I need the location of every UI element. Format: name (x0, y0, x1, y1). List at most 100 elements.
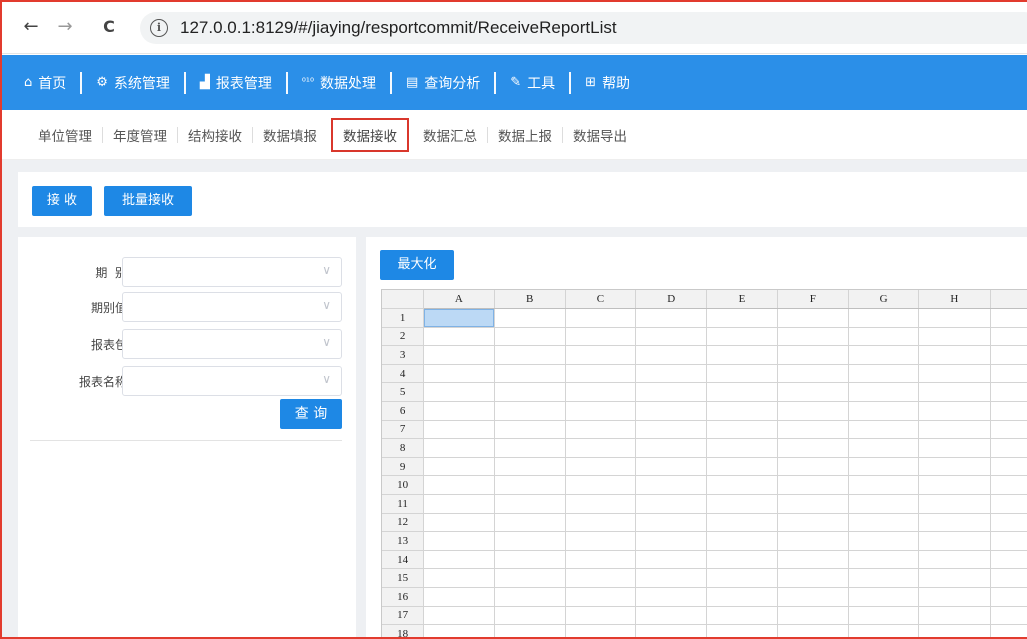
sheet-cell[interactable] (918, 587, 991, 607)
sheet-cell[interactable] (494, 457, 566, 477)
sheet-cell[interactable] (494, 420, 566, 440)
sheet-cell[interactable] (494, 513, 566, 533)
sheet-cell[interactable] (990, 568, 1027, 588)
sheet-cell[interactable] (423, 345, 495, 365)
sub-menu-data-receive[interactable]: 数据接收 (331, 117, 409, 152)
sheet-cell[interactable] (706, 531, 778, 551)
sheet-cell[interactable] (918, 308, 991, 328)
sheet-cell[interactable] (565, 494, 637, 514)
sheet-cell[interactable] (494, 475, 566, 496)
sheet-cell[interactable] (635, 345, 708, 365)
sheet-cell[interactable] (777, 457, 849, 477)
sheet-cell[interactable] (423, 327, 495, 347)
sheet-cell[interactable] (848, 475, 920, 496)
sheet-cell[interactable] (565, 382, 637, 403)
sheet-cell[interactable] (423, 568, 495, 588)
sheet-cell[interactable] (635, 327, 708, 347)
sheet-cell[interactable] (706, 364, 778, 384)
sheet-cell[interactable] (777, 438, 849, 458)
sheet-cell[interactable] (990, 624, 1027, 637)
sheet-cell[interactable] (423, 438, 495, 458)
url-field[interactable]: i 127.0.0.1:8129/#/jiaying/resportcommit… (140, 12, 1027, 44)
sheet-cell[interactable] (918, 401, 991, 421)
row-header[interactable]: 9 (382, 457, 425, 477)
row-header[interactable]: 3 (382, 345, 425, 365)
sheet-cell[interactable] (848, 364, 920, 384)
sheet-cell[interactable] (918, 624, 991, 637)
period-value-select[interactable]: ∨ (122, 292, 342, 322)
column-header[interactable]: A (423, 290, 495, 310)
row-header[interactable]: 6 (382, 401, 425, 421)
sheet-cell[interactable] (918, 457, 991, 477)
row-header[interactable]: 4 (382, 364, 425, 384)
row-header[interactable]: 16 (382, 587, 425, 607)
sheet-cell[interactable] (635, 420, 708, 440)
sheet-cell[interactable] (990, 494, 1027, 514)
sheet-cell[interactable] (706, 345, 778, 365)
sheet-cell[interactable] (990, 420, 1027, 440)
sheet-cell[interactable] (706, 606, 778, 626)
sheet-cell[interactable] (990, 438, 1027, 458)
sheet-cell[interactable] (848, 550, 920, 570)
top-menu-help[interactable]: ⊞ 帮助 (585, 73, 630, 93)
sheet-cell[interactable] (494, 308, 566, 328)
top-menu-tools[interactable]: ✎ 工具 (510, 73, 555, 93)
sheet-cell[interactable] (706, 475, 778, 496)
sheet-cell[interactable] (423, 494, 495, 514)
sheet-cell[interactable] (777, 308, 849, 328)
sheet-cell[interactable] (423, 587, 495, 607)
sheet-cell[interactable] (494, 345, 566, 365)
sheet-cell[interactable] (423, 420, 495, 440)
sheet-cell[interactable] (635, 587, 708, 607)
top-menu-system[interactable]: ⚙ 系统管理 (96, 73, 170, 93)
sheet-cell[interactable] (494, 606, 566, 626)
sub-menu-data-fill[interactable]: 数据填报 (253, 125, 327, 145)
row-header[interactable]: 5 (382, 382, 425, 403)
sheet-cell[interactable] (777, 475, 849, 496)
sheet-cell[interactable] (565, 420, 637, 440)
sheet-cell[interactable] (706, 420, 778, 440)
sheet-cell[interactable] (848, 513, 920, 533)
column-header[interactable]: B (494, 290, 566, 310)
sheet-cell[interactable] (990, 327, 1027, 347)
sheet-cell[interactable] (494, 327, 566, 347)
column-header[interactable]: F (777, 290, 849, 310)
sheet-cell[interactable] (423, 550, 495, 570)
sheet-cell[interactable] (990, 587, 1027, 607)
row-header[interactable]: 14 (382, 550, 425, 570)
sheet-cell[interactable] (848, 382, 920, 403)
sheet-cell[interactable] (635, 624, 708, 637)
sheet-cell[interactable] (565, 438, 637, 458)
sheet-cell[interactable] (990, 345, 1027, 365)
sheet-corner[interactable] (382, 290, 425, 310)
sheet-cell[interactable] (777, 345, 849, 365)
report-package-select[interactable]: ∨ (122, 329, 342, 359)
sheet-cell[interactable] (635, 494, 708, 514)
sub-menu-data-export[interactable]: 数据导出 (563, 125, 637, 145)
sheet-cell[interactable] (494, 550, 566, 570)
row-header[interactable]: 12 (382, 513, 425, 533)
sheet-cell[interactable] (990, 475, 1027, 496)
sheet-cell[interactable] (565, 457, 637, 477)
maximize-button[interactable]: 最大化 (380, 250, 454, 280)
sheet-cell[interactable] (565, 606, 637, 626)
sheet-cell[interactable] (423, 513, 495, 533)
top-menu-query-analysis[interactable]: ▤ 查询分析 (406, 73, 480, 93)
sheet-cell[interactable] (777, 401, 849, 421)
sub-menu-data-report[interactable]: 数据上报 (488, 125, 562, 145)
sheet-cell[interactable] (918, 606, 991, 626)
sheet-cell[interactable] (565, 401, 637, 421)
sheet-cell[interactable] (706, 327, 778, 347)
sheet-cell[interactable] (706, 438, 778, 458)
column-header[interactable]: H (918, 290, 991, 310)
spreadsheet-grid[interactable]: ABCDEFGH 1 2 3 4 5 6 7 8 9 10 11 12 13 14 15 16 17 18 (381, 289, 1027, 637)
row-header[interactable]: 10 (382, 475, 425, 496)
sheet-cell[interactable] (423, 382, 495, 403)
sheet-cell[interactable] (565, 531, 637, 551)
sheet-cell[interactable] (848, 531, 920, 551)
sheet-cell[interactable] (423, 457, 495, 477)
sheet-cell[interactable] (565, 345, 637, 365)
sheet-cell[interactable] (706, 401, 778, 421)
sheet-cell[interactable] (494, 364, 566, 384)
sheet-cell[interactable] (918, 327, 991, 347)
